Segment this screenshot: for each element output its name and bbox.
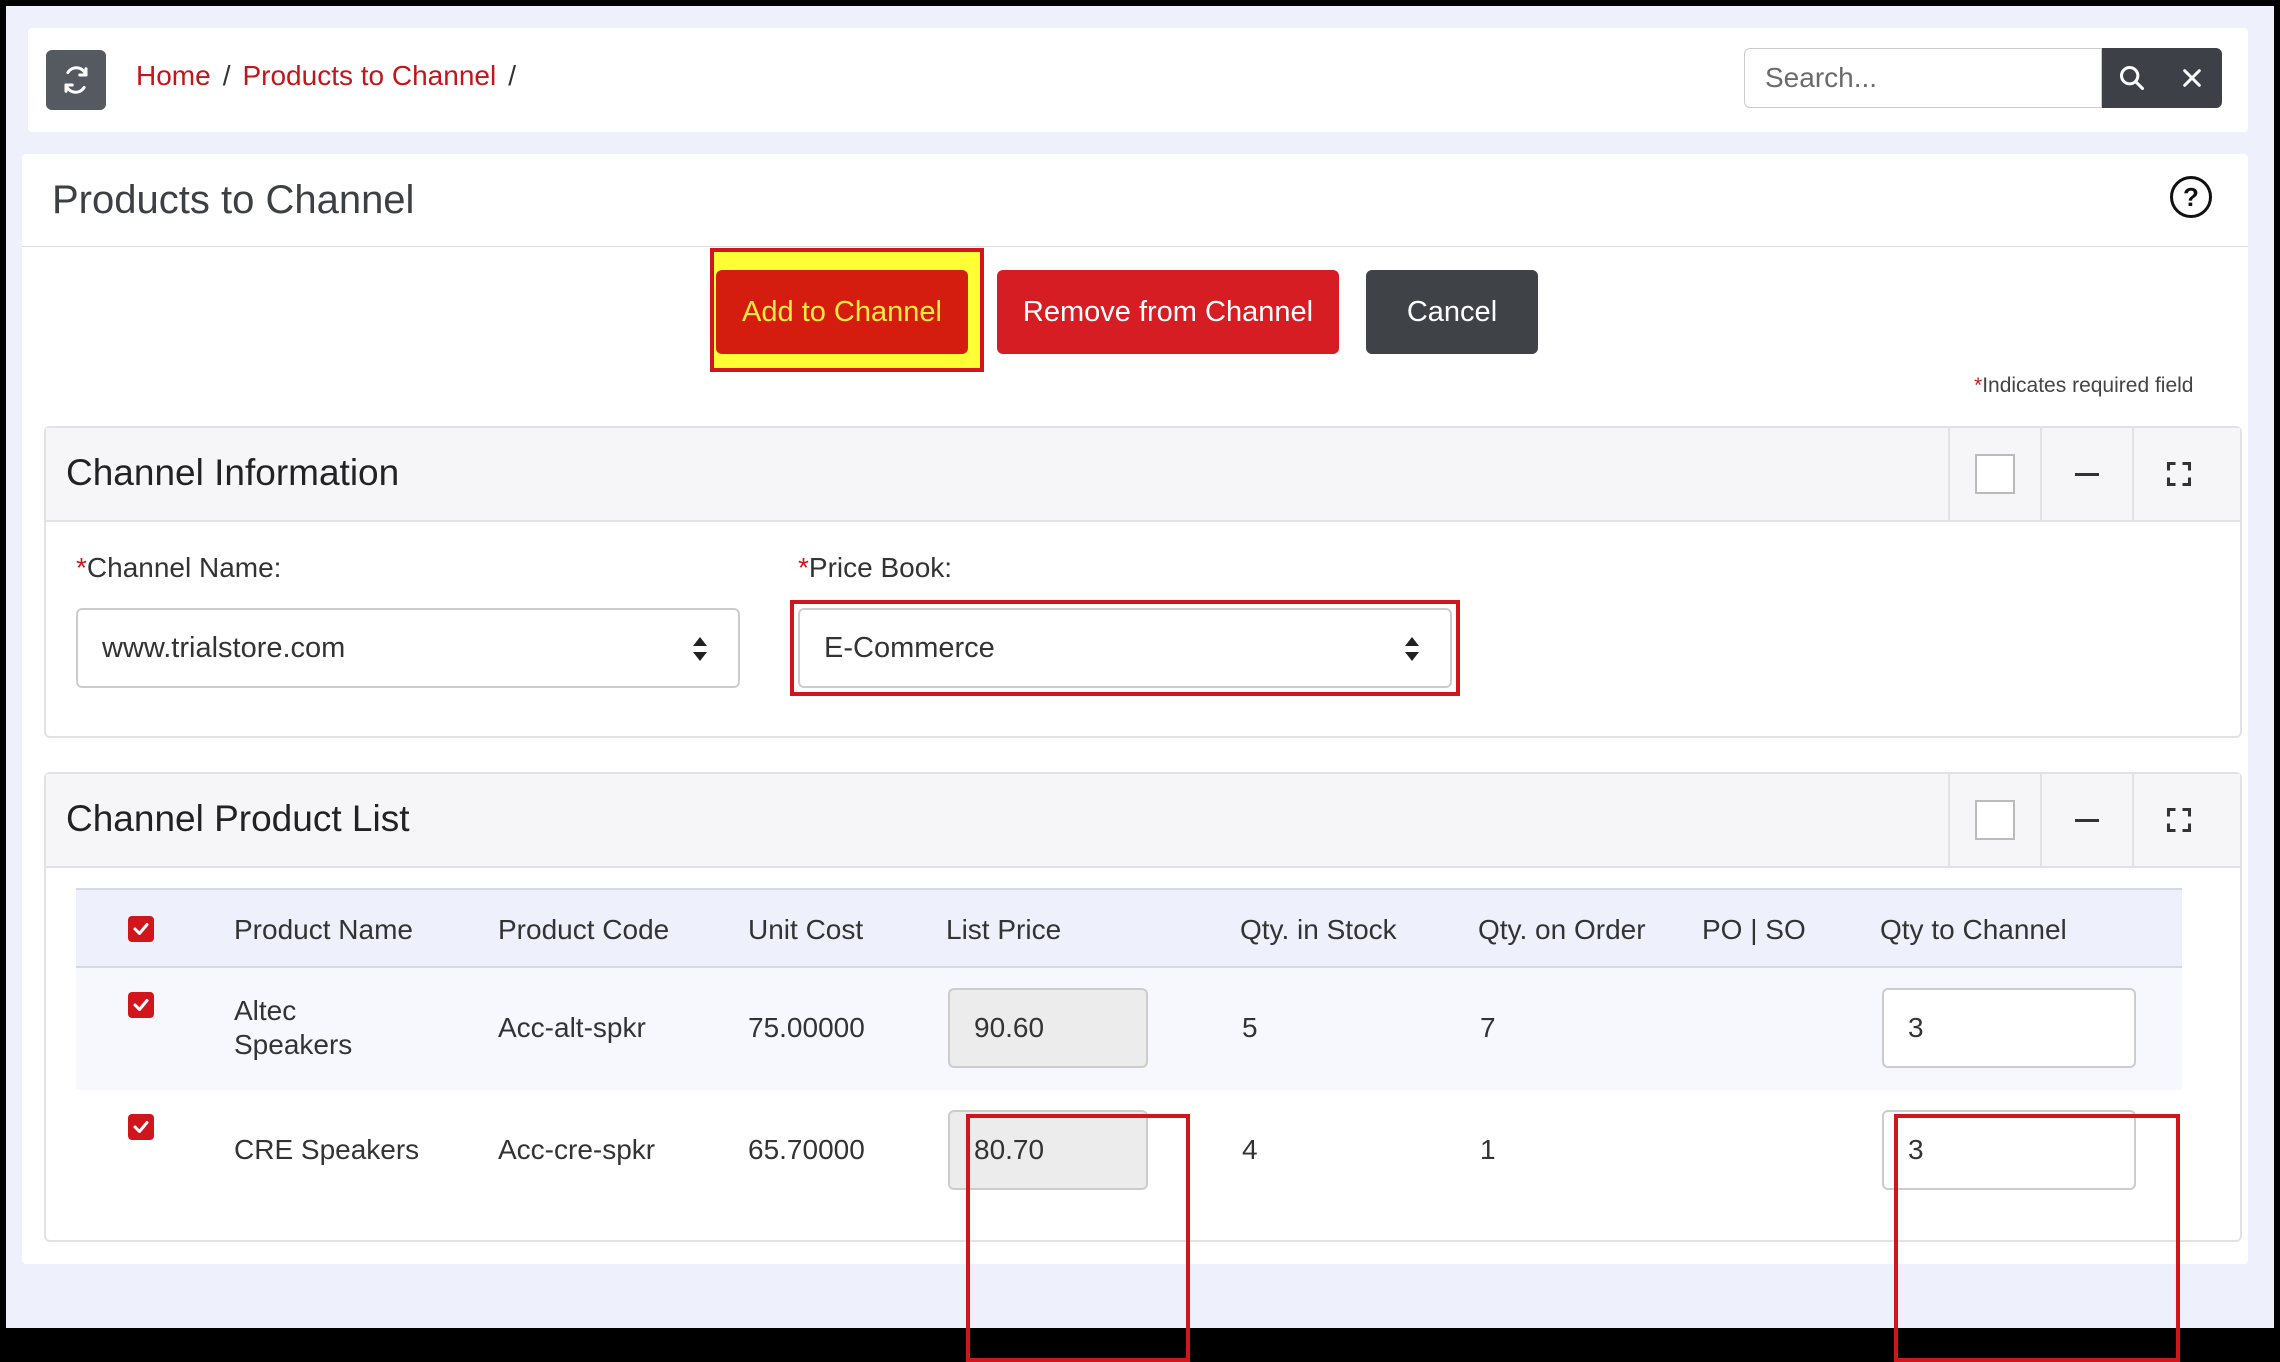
check-icon	[133, 999, 149, 1011]
qty-in-stock: 5	[1242, 1012, 1258, 1043]
check-icon	[133, 1121, 149, 1133]
expand-button[interactable]	[2132, 774, 2224, 866]
required-field-note: *Indicates required field	[1974, 374, 2193, 398]
table-row: Altec Speakers Acc-alt-spkr 75.00000 90.…	[76, 968, 2182, 1090]
checkbox-icon	[1975, 454, 2015, 494]
qty-on-order: 7	[1480, 1012, 1496, 1043]
unit-cost: 65.70000	[748, 1134, 865, 1165]
close-icon	[2183, 69, 2201, 87]
main-panel: Products to Channel ? Add to Channel Rem…	[22, 154, 2248, 1362]
required-note-text: Indicates required field	[1982, 374, 2194, 397]
checkbox-icon	[1975, 800, 2015, 840]
minus-icon	[2075, 818, 2099, 822]
help-icon[interactable]: ?	[2170, 176, 2212, 218]
refresh-button[interactable]	[46, 50, 106, 110]
channel-name-value: www.trialstore.com	[102, 631, 346, 664]
check-icon	[133, 923, 149, 935]
product-code: Acc-cre-spkr	[498, 1134, 656, 1165]
qty-to-channel-highlight	[1894, 1114, 2180, 1362]
price-book-select[interactable]: E-Commerce	[798, 608, 1452, 688]
card-select-toggle[interactable]	[1948, 428, 2040, 520]
minus-icon	[2075, 472, 2099, 476]
expand-icon	[2166, 807, 2192, 833]
sort-arrows-icon	[1405, 637, 1419, 661]
price-book-label: *Price Book:	[798, 552, 952, 584]
search-button[interactable]	[2102, 48, 2162, 108]
list-price-field[interactable]: 90.60	[948, 988, 1148, 1068]
column-header-product-code[interactable]: Product Code	[498, 914, 669, 946]
title-divider	[22, 246, 2248, 247]
expand-icon	[2166, 461, 2192, 487]
sort-arrows-icon	[693, 637, 707, 661]
expand-button[interactable]	[2132, 428, 2224, 520]
qty-to-channel-input[interactable]: 3	[1882, 988, 2136, 1068]
column-header-qty-to-channel[interactable]: Qty to Channel	[1880, 914, 2067, 946]
row-checkbox[interactable]	[128, 1114, 154, 1140]
collapse-button[interactable]	[2040, 774, 2132, 866]
add-to-channel-button[interactable]: Add to Channel	[716, 270, 968, 354]
channel-name-label-text: Channel Name:	[86, 552, 282, 583]
qty-in-stock: 4	[1242, 1134, 1258, 1165]
clear-search-button[interactable]	[2162, 48, 2222, 108]
list-price-highlight	[966, 1114, 1190, 1362]
card-title: Channel Information	[66, 452, 400, 493]
product-code: Acc-alt-spkr	[498, 1012, 646, 1043]
column-header-qty-on-order[interactable]: Qty. on Order	[1478, 914, 1646, 946]
qty-on-order: 1	[1480, 1134, 1496, 1165]
unit-cost: 75.00000	[748, 1012, 865, 1043]
column-header-qty-in-stock[interactable]: Qty. in Stock	[1240, 914, 1397, 946]
breadcrumb-current-link[interactable]: Products to Channel	[242, 60, 496, 92]
table-header: Product Name Product Code Unit Cost List…	[76, 888, 2182, 968]
column-header-unit-cost[interactable]: Unit Cost	[748, 914, 863, 946]
product-name: Altec Speakers	[234, 995, 353, 1060]
search-icon	[2119, 65, 2145, 91]
app-frame: Home / Products to Channel / Products to…	[6, 6, 2274, 1362]
channel-name-select[interactable]: www.trialstore.com	[76, 608, 740, 688]
search-input[interactable]	[1744, 48, 2102, 108]
breadcrumb-separator: /	[508, 60, 516, 91]
required-star: *	[798, 552, 809, 583]
card-select-toggle[interactable]	[1948, 774, 2040, 866]
channel-product-list-card: Channel Product List Product Name Produc…	[44, 772, 2242, 1362]
required-star: *	[1974, 374, 1983, 397]
top-bar: Home / Products to Channel /	[28, 28, 2248, 132]
card-header: Channel Information	[46, 428, 2240, 522]
price-book-label-text: Price Book:	[808, 552, 953, 583]
column-header-list-price[interactable]: List Price	[946, 914, 1061, 946]
price-book-value: E-Commerce	[824, 631, 995, 664]
card-title: Channel Product List	[66, 798, 410, 839]
refresh-icon	[64, 66, 88, 94]
remove-from-channel-button[interactable]: Remove from Channel	[997, 270, 1339, 354]
page-title: Products to Channel	[52, 178, 415, 222]
row-checkbox[interactable]	[128, 992, 154, 1018]
breadcrumb: Home / Products to Channel /	[136, 60, 516, 92]
column-header-product-name[interactable]: Product Name	[234, 914, 413, 946]
card-header: Channel Product List	[46, 774, 2240, 868]
channel-name-label: *Channel Name:	[76, 552, 281, 584]
collapse-button[interactable]	[2040, 428, 2132, 520]
breadcrumb-separator: /	[222, 60, 231, 91]
required-star: *	[76, 552, 87, 583]
column-header-po-so[interactable]: PO | SO	[1702, 914, 1806, 946]
product-name: CRE Speakers	[234, 1134, 420, 1165]
cancel-button[interactable]: Cancel	[1366, 270, 1538, 354]
channel-information-card: Channel Information *Channel Name: www.t…	[44, 426, 2242, 738]
select-all-checkbox[interactable]	[128, 916, 154, 942]
breadcrumb-home-link[interactable]: Home	[136, 60, 211, 92]
